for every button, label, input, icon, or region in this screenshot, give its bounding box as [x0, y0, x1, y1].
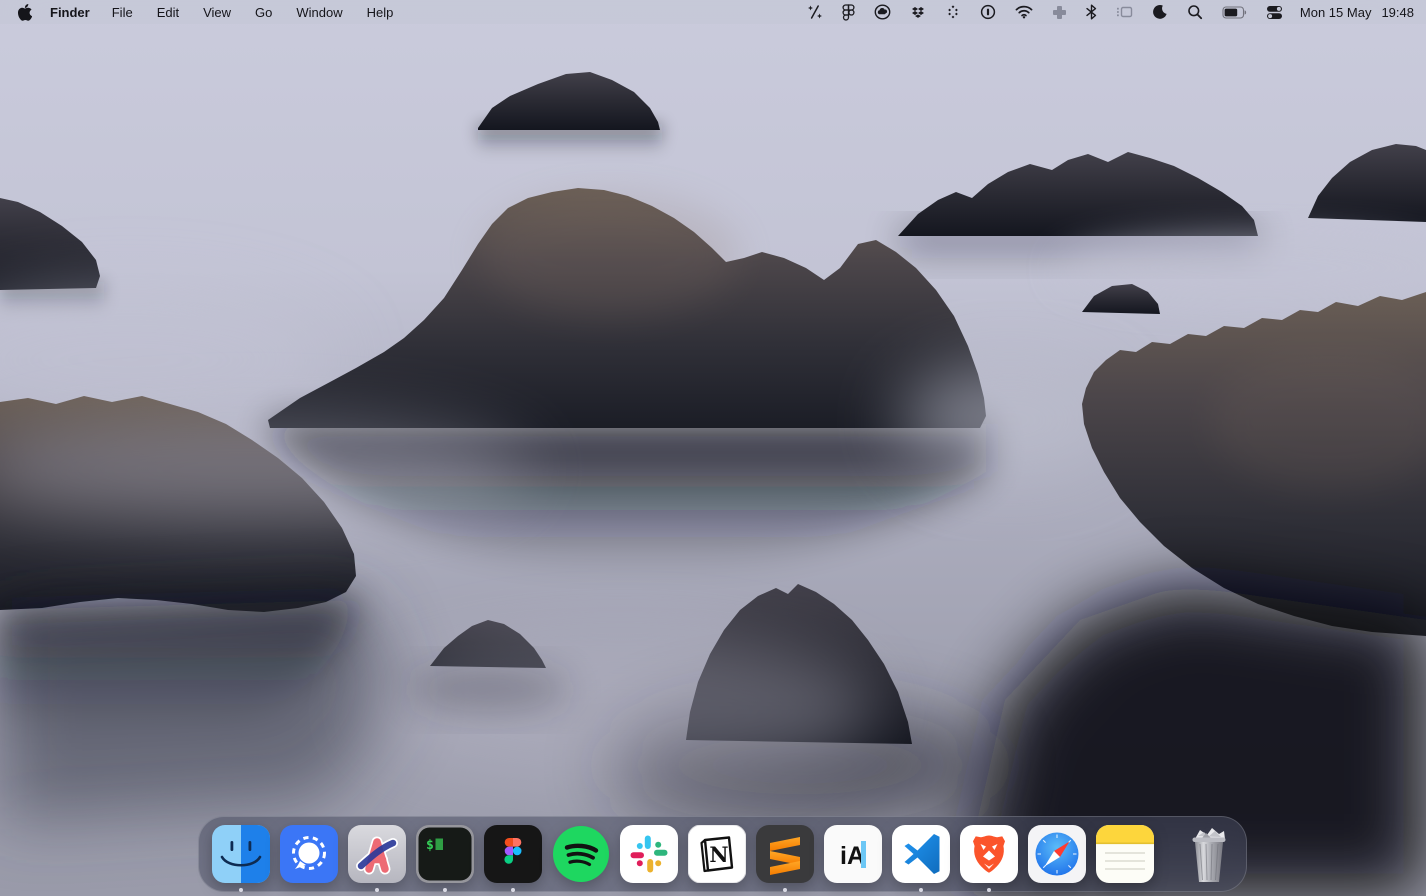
dock-item-brave[interactable] — [960, 825, 1018, 883]
svg-text:N: N — [709, 842, 728, 867]
running-indicator — [375, 888, 379, 892]
bluetooth-icon[interactable] — [1086, 4, 1097, 20]
menu-window[interactable]: Window — [296, 5, 342, 20]
finder-icon — [212, 825, 270, 883]
notes-icon — [1096, 825, 1154, 883]
figma-menu-icon[interactable] — [842, 4, 855, 21]
macos-desktop-screen: Finder File Edit View Go Window Help — [0, 0, 1426, 896]
terminal-icon: $ — [416, 825, 474, 883]
battery-icon[interactable] — [1222, 6, 1247, 19]
wifi-icon[interactable] — [1015, 5, 1033, 19]
menu-edit[interactable]: Edit — [157, 5, 179, 20]
dock-item-finder[interactable] — [212, 825, 270, 883]
dock-item-safari[interactable] — [1028, 825, 1086, 883]
hidden-bar-icon[interactable] — [1116, 5, 1133, 19]
menu-bar-date: Mon 15 May — [1300, 5, 1372, 20]
running-indicator — [987, 888, 991, 892]
onepassword-icon[interactable] — [980, 4, 996, 20]
brave-icon — [960, 825, 1018, 883]
trash-full-icon — [1179, 823, 1239, 885]
dock-item-notes[interactable] — [1096, 825, 1154, 883]
dock-item-spotify[interactable] — [552, 825, 610, 883]
dock-item-arc[interactable] — [348, 825, 406, 883]
running-indicator — [443, 888, 447, 892]
menu-go[interactable]: Go — [255, 5, 272, 20]
apple-icon — [17, 4, 32, 21]
apple-menu[interactable] — [10, 4, 38, 21]
dropbox-icon[interactable] — [910, 5, 926, 20]
ia-writer-icon: iA — [824, 825, 882, 883]
focus-moon-icon[interactable] — [1152, 4, 1168, 20]
spotlight-search-icon[interactable] — [1187, 4, 1203, 20]
dock-item-slack[interactable] — [620, 825, 678, 883]
menu-file[interactable]: File — [112, 5, 133, 20]
wallpaper-image — [0, 0, 1426, 896]
dock-item-signal[interactable] — [280, 825, 338, 883]
plus-cross-icon[interactable] — [1052, 5, 1067, 20]
sublime-text-icon — [756, 825, 814, 883]
menu-bar-clock[interactable]: Mon 15 May 19:48 — [1300, 5, 1414, 20]
menu-list: File Edit View Go Window Help — [112, 5, 394, 20]
menu-view[interactable]: View — [203, 5, 231, 20]
svg-text:$: $ — [426, 838, 434, 853]
crumpled-paper — [1195, 828, 1225, 839]
screen-capture-sparkles-icon[interactable] — [807, 4, 823, 20]
slack-icon — [620, 825, 678, 883]
menu-bar-time: 19:48 — [1381, 5, 1414, 20]
dock-item-terminal[interactable]: $ — [416, 825, 474, 883]
control-center-icon[interactable] — [1266, 5, 1283, 20]
running-indicator — [239, 888, 243, 892]
menu-bar: Finder File Edit View Go Window Help — [0, 0, 1426, 24]
active-app-name[interactable]: Finder — [50, 5, 90, 20]
vscode-icon — [892, 825, 950, 883]
running-indicator — [919, 888, 923, 892]
dock-item-notion[interactable]: N — [688, 825, 746, 883]
adobe-creative-cloud-icon[interactable] — [874, 4, 891, 20]
figma-icon — [484, 825, 542, 883]
arc-icon — [348, 825, 406, 883]
dock: $ — [198, 816, 1247, 892]
dock-item-figma[interactable] — [484, 825, 542, 883]
signal-icon — [280, 825, 338, 883]
status-icon-tray — [807, 4, 1283, 21]
safari-icon — [1028, 825, 1086, 883]
dock-item-vscode[interactable] — [892, 825, 950, 883]
running-indicator — [783, 888, 787, 892]
dock-item-ia-writer[interactable]: iA — [824, 825, 882, 883]
menu-help[interactable]: Help — [367, 5, 394, 20]
spotify-icon — [552, 825, 610, 883]
app-dots-diamond-icon[interactable] — [945, 4, 961, 20]
dock-item-trash[interactable] — [1179, 823, 1239, 885]
desktop-surface[interactable] — [0, 0, 1426, 896]
notion-icon: N — [688, 825, 746, 883]
dock-item-sublime-text[interactable] — [756, 825, 814, 883]
running-indicator — [511, 888, 515, 892]
